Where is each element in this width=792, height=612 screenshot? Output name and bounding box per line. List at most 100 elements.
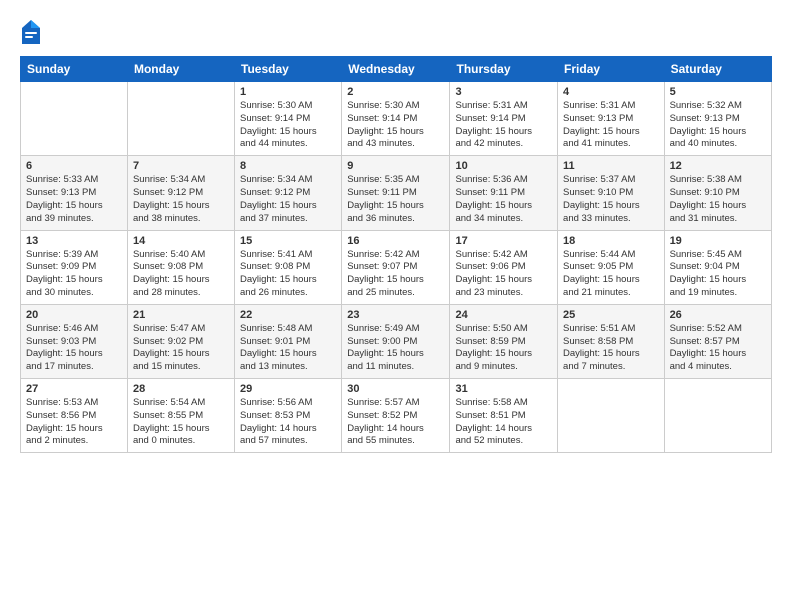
day-number: 3 bbox=[455, 86, 552, 98]
weekday-header-monday: Monday bbox=[127, 57, 234, 82]
day-number: 21 bbox=[133, 309, 229, 321]
day-info: Sunrise: 5:46 AM Sunset: 9:03 PM Dayligh… bbox=[26, 323, 122, 374]
calendar-cell: 29Sunrise: 5:56 AM Sunset: 8:53 PM Dayli… bbox=[235, 379, 342, 453]
weekday-header-thursday: Thursday bbox=[450, 57, 558, 82]
page: SundayMondayTuesdayWednesdayThursdayFrid… bbox=[0, 0, 792, 612]
day-info: Sunrise: 5:30 AM Sunset: 9:14 PM Dayligh… bbox=[240, 100, 336, 151]
calendar-cell: 5 Sunrise: 5:32 AM Sunset: 9:13 PM Daylig… bbox=[664, 82, 771, 156]
calendar-cell: 19 Sunrise: 5:45 AM Sunset: 9:04 PM Dayli… bbox=[664, 230, 771, 304]
calendar-cell: 4 Sunrise: 5:31 AM Sunset: 9:13 PM Daylig… bbox=[558, 82, 665, 156]
calendar-cell: 20 Sunrise: 5:46 AM Sunset: 9:03 PM Dayli… bbox=[21, 304, 128, 378]
calendar-week-4: 20 Sunrise: 5:46 AM Sunset: 9:03 PM Dayli… bbox=[21, 304, 772, 378]
calendar-cell: 24Sunrise: 5:50 AM Sunset: 8:59 PM Dayli… bbox=[450, 304, 558, 378]
calendar-cell bbox=[127, 82, 234, 156]
day-info: Sunrise: 5:30 AM Sunset: 9:14 PM Dayligh… bbox=[347, 100, 444, 151]
calendar-cell bbox=[558, 379, 665, 453]
logo-icon bbox=[20, 18, 42, 46]
calendar-cell: 16 Sunrise: 5:42 AM Sunset: 9:07 PM Dayli… bbox=[342, 230, 450, 304]
day-info: Sunrise: 5:53 AM Sunset: 8:56 PM Dayligh… bbox=[26, 397, 122, 448]
day-number: 5 bbox=[670, 86, 766, 98]
day-number: 7 bbox=[133, 160, 229, 172]
day-number: 30 bbox=[347, 383, 444, 395]
day-number: 26 bbox=[670, 309, 766, 321]
day-number: 16 bbox=[347, 235, 444, 247]
calendar-cell: 2 Sunrise: 5:30 AM Sunset: 9:14 PM Daylig… bbox=[342, 82, 450, 156]
day-info: Sunrise: 5:34 AM Sunset: 9:12 PM Dayligh… bbox=[133, 174, 229, 225]
day-number: 6 bbox=[26, 160, 122, 172]
day-number: 10 bbox=[455, 160, 552, 172]
day-info: Sunrise: 5:34 AM Sunset: 9:12 PM Dayligh… bbox=[240, 174, 336, 225]
day-info: Sunrise: 5:41 AM Sunset: 9:08 PM Dayligh… bbox=[240, 249, 336, 300]
calendar-header-row: SundayMondayTuesdayWednesdayThursdayFrid… bbox=[21, 57, 772, 82]
day-info: Sunrise: 5:57 AM Sunset: 8:52 PM Dayligh… bbox=[347, 397, 444, 448]
day-number: 28 bbox=[133, 383, 229, 395]
calendar-cell: 21 Sunrise: 5:47 AM Sunset: 9:02 PM Dayli… bbox=[127, 304, 234, 378]
day-number: 14 bbox=[133, 235, 229, 247]
calendar-cell: 13Sunrise: 5:39 AM Sunset: 9:09 PM Dayli… bbox=[21, 230, 128, 304]
day-info: Sunrise: 5:49 AM Sunset: 9:00 PM Dayligh… bbox=[347, 323, 444, 374]
day-info: Sunrise: 5:50 AM Sunset: 8:59 PM Dayligh… bbox=[455, 323, 552, 374]
day-info: Sunrise: 5:42 AM Sunset: 9:06 PM Dayligh… bbox=[455, 249, 552, 300]
day-info: Sunrise: 5:47 AM Sunset: 9:02 PM Dayligh… bbox=[133, 323, 229, 374]
day-number: 12 bbox=[670, 160, 766, 172]
day-number: 27 bbox=[26, 383, 122, 395]
calendar-cell: 27 Sunrise: 5:53 AM Sunset: 8:56 PM Dayli… bbox=[21, 379, 128, 453]
calendar-cell: 11 Sunrise: 5:37 AM Sunset: 9:10 PM Dayli… bbox=[558, 156, 665, 230]
day-number: 19 bbox=[670, 235, 766, 247]
day-info: Sunrise: 5:54 AM Sunset: 8:55 PM Dayligh… bbox=[133, 397, 229, 448]
day-number: 9 bbox=[347, 160, 444, 172]
calendar-cell bbox=[664, 379, 771, 453]
day-info: Sunrise: 5:42 AM Sunset: 9:07 PM Dayligh… bbox=[347, 249, 444, 300]
calendar-cell: 10Sunrise: 5:36 AM Sunset: 9:11 PM Dayli… bbox=[450, 156, 558, 230]
calendar-table: SundayMondayTuesdayWednesdayThursdayFrid… bbox=[20, 56, 772, 453]
weekday-header-saturday: Saturday bbox=[664, 57, 771, 82]
day-info: Sunrise: 5:44 AM Sunset: 9:05 PM Dayligh… bbox=[563, 249, 659, 300]
calendar-cell: 30 Sunrise: 5:57 AM Sunset: 8:52 PM Dayli… bbox=[342, 379, 450, 453]
day-info: Sunrise: 5:33 AM Sunset: 9:13 PM Dayligh… bbox=[26, 174, 122, 225]
day-number: 8 bbox=[240, 160, 336, 172]
calendar-cell: 6 Sunrise: 5:33 AM Sunset: 9:13 PM Daylig… bbox=[21, 156, 128, 230]
calendar-cell: 28 Sunrise: 5:54 AM Sunset: 8:55 PM Dayli… bbox=[127, 379, 234, 453]
day-info: Sunrise: 5:45 AM Sunset: 9:04 PM Dayligh… bbox=[670, 249, 766, 300]
day-number: 17 bbox=[455, 235, 552, 247]
day-number: 1 bbox=[240, 86, 336, 98]
calendar-cell: 14 Sunrise: 5:40 AM Sunset: 9:08 PM Dayli… bbox=[127, 230, 234, 304]
day-info: Sunrise: 5:51 AM Sunset: 8:58 PM Dayligh… bbox=[563, 323, 659, 374]
day-info: Sunrise: 5:52 AM Sunset: 8:57 PM Dayligh… bbox=[670, 323, 766, 374]
calendar-cell: 12Sunrise: 5:38 AM Sunset: 9:10 PM Dayli… bbox=[664, 156, 771, 230]
day-info: Sunrise: 5:48 AM Sunset: 9:01 PM Dayligh… bbox=[240, 323, 336, 374]
calendar-cell: 1 Sunrise: 5:30 AM Sunset: 9:14 PM Daylig… bbox=[235, 82, 342, 156]
calendar-cell: 31 Sunrise: 5:58 AM Sunset: 8:51 PM Dayli… bbox=[450, 379, 558, 453]
calendar-cell: 18Sunrise: 5:44 AM Sunset: 9:05 PM Dayli… bbox=[558, 230, 665, 304]
day-info: Sunrise: 5:31 AM Sunset: 9:13 PM Dayligh… bbox=[563, 100, 659, 151]
calendar-week-2: 6 Sunrise: 5:33 AM Sunset: 9:13 PM Daylig… bbox=[21, 156, 772, 230]
calendar-cell: 26 Sunrise: 5:52 AM Sunset: 8:57 PM Dayli… bbox=[664, 304, 771, 378]
weekday-header-tuesday: Tuesday bbox=[235, 57, 342, 82]
day-number: 31 bbox=[455, 383, 552, 395]
day-number: 22 bbox=[240, 309, 336, 321]
calendar-week-5: 27 Sunrise: 5:53 AM Sunset: 8:56 PM Dayli… bbox=[21, 379, 772, 453]
day-info: Sunrise: 5:40 AM Sunset: 9:08 PM Dayligh… bbox=[133, 249, 229, 300]
calendar-cell bbox=[21, 82, 128, 156]
calendar-week-3: 13Sunrise: 5:39 AM Sunset: 9:09 PM Dayli… bbox=[21, 230, 772, 304]
day-number: 20 bbox=[26, 309, 122, 321]
day-info: Sunrise: 5:32 AM Sunset: 9:13 PM Dayligh… bbox=[670, 100, 766, 151]
day-info: Sunrise: 5:35 AM Sunset: 9:11 PM Dayligh… bbox=[347, 174, 444, 225]
calendar-cell: 7 Sunrise: 5:34 AM Sunset: 9:12 PM Daylig… bbox=[127, 156, 234, 230]
calendar-cell: 15 Sunrise: 5:41 AM Sunset: 9:08 PM Dayli… bbox=[235, 230, 342, 304]
day-number: 15 bbox=[240, 235, 336, 247]
day-info: Sunrise: 5:56 AM Sunset: 8:53 PM Dayligh… bbox=[240, 397, 336, 448]
day-info: Sunrise: 5:39 AM Sunset: 9:09 PM Dayligh… bbox=[26, 249, 122, 300]
calendar-cell: 9 Sunrise: 5:35 AM Sunset: 9:11 PM Daylig… bbox=[342, 156, 450, 230]
calendar-cell: 25 Sunrise: 5:51 AM Sunset: 8:58 PM Dayli… bbox=[558, 304, 665, 378]
day-info: Sunrise: 5:58 AM Sunset: 8:51 PM Dayligh… bbox=[455, 397, 552, 448]
day-number: 25 bbox=[563, 309, 659, 321]
calendar-cell: 17 Sunrise: 5:42 AM Sunset: 9:06 PM Dayli… bbox=[450, 230, 558, 304]
day-number: 4 bbox=[563, 86, 659, 98]
calendar-week-1: 1 Sunrise: 5:30 AM Sunset: 9:14 PM Daylig… bbox=[21, 82, 772, 156]
weekday-header-sunday: Sunday bbox=[21, 57, 128, 82]
calendar-cell: 23Sunrise: 5:49 AM Sunset: 9:00 PM Dayli… bbox=[342, 304, 450, 378]
day-number: 2 bbox=[347, 86, 444, 98]
day-number: 11 bbox=[563, 160, 659, 172]
day-info: Sunrise: 5:37 AM Sunset: 9:10 PM Dayligh… bbox=[563, 174, 659, 225]
